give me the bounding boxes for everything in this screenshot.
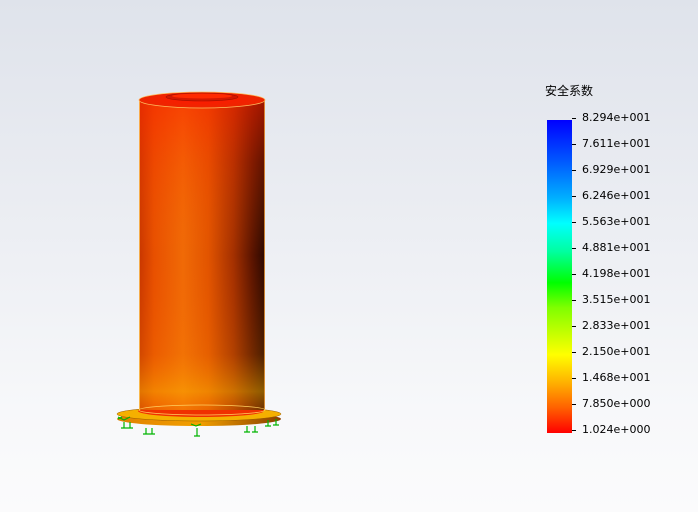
legend-tick-label: 5.563e+001 [582,215,651,228]
legend-tick-mark [572,274,576,275]
legend-tick-label: 3.515e+001 [582,293,651,306]
legend-tick-mark [572,118,576,119]
legend-tick-label: 8.294e+001 [582,111,651,124]
legend-tick-label: 2.150e+001 [582,345,651,358]
legend-color-bar [547,120,572,433]
legend-tick-mark [572,404,576,405]
legend-tick-mark [572,378,576,379]
legend-tick-label: 6.246e+001 [582,189,651,202]
legend-tick-mark [572,300,576,301]
legend-tick-label: 6.929e+001 [582,163,651,176]
legend-tick-label: 1.024e+000 [582,423,651,436]
legend-tick-mark [572,196,576,197]
legend-tick-mark [572,144,576,145]
legend-tick-mark [572,430,576,431]
cylinder-body [138,100,266,416]
legend-tick-label: 4.881e+001 [582,241,651,254]
legend-tick-mark [572,352,576,353]
legend-title: 安全系数 [545,84,594,98]
legend-tick-label: 1.468e+001 [582,371,651,384]
legend-tick-label: 4.198e+001 [582,267,651,280]
graphics-viewport[interactable]: 安全系数 8.294e+001 7.611e+001 6.929e+001 6.246… [0,0,698,512]
legend-tick-label: 7.850e+000 [582,397,651,410]
legend-tick-mark [572,326,576,327]
cylinder-top-face [138,91,266,109]
legend-tick-mark [572,170,576,171]
legend-tick-mark [572,248,576,249]
legend-tick-mark [572,222,576,223]
legend-tick-label: 2.833e+001 [582,319,651,332]
legend-tick-label: 7.611e+001 [582,137,651,150]
